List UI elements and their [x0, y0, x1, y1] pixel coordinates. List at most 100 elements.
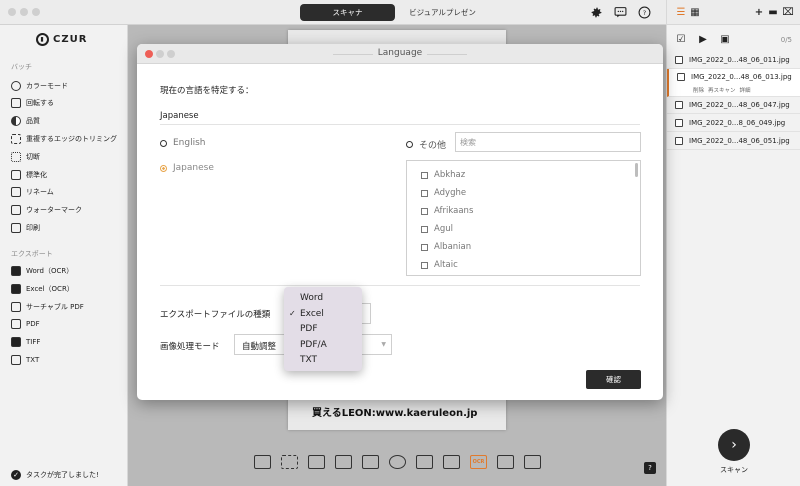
file-item[interactable]: IMG_2022_0...48_06_051.jpg	[667, 133, 800, 150]
qr-code-icon[interactable]	[497, 455, 514, 469]
status-message: ✓ タスクが完了しました!	[11, 470, 99, 480]
grid-icon[interactable]	[524, 455, 541, 469]
file-checkbox[interactable]	[675, 119, 683, 127]
skew-icon[interactable]	[335, 455, 352, 469]
trash-icon[interactable]: ⌧	[782, 6, 794, 18]
language-dialog: Language 現在の言語を特定する： Japanese English Ja…	[137, 44, 663, 400]
language-checkbox[interactable]	[421, 207, 428, 215]
file-item[interactable]: IMG_2022_0...48_06_011.jpg	[667, 52, 800, 69]
dropdown-option-pdf[interactable]: PDF	[284, 321, 362, 336]
printer-icon[interactable]	[443, 455, 460, 469]
file-checkbox[interactable]	[677, 73, 685, 81]
help-book-icon[interactable]: ?	[644, 462, 656, 474]
sidebar-item-tiff[interactable]: TIFF	[11, 336, 40, 348]
select-area-icon[interactable]	[281, 455, 298, 469]
export-section-title: エクスポート	[11, 250, 53, 258]
language-list-scrollbar[interactable]	[635, 163, 638, 177]
tab-visual-presenter[interactable]: ビジュアルプレゼン	[395, 4, 490, 21]
color-icon[interactable]	[389, 455, 406, 469]
chat-icon[interactable]	[613, 5, 627, 19]
file-item-selected[interactable]: IMG_2022_0...48_06_013.jpg 削除 再スキャン 詳細	[667, 69, 800, 97]
export-type-dropdown: Word ✓ Excel PDF PDF/A TXT	[284, 287, 362, 371]
watermark-icon	[11, 205, 21, 215]
sidebar-item-txt[interactable]: TXT	[11, 354, 39, 366]
language-checkbox[interactable]	[421, 225, 428, 233]
window-close-button[interactable]	[8, 8, 16, 16]
help-icon[interactable]: ?	[637, 5, 651, 19]
sidebar-item-quality[interactable]: 品質	[11, 115, 40, 127]
radio-english[interactable]: English	[160, 138, 206, 148]
list-view-icon[interactable]: ☰	[675, 6, 687, 18]
tab-scanner[interactable]: スキャナ	[300, 4, 395, 21]
current-language: Japanese	[160, 111, 199, 121]
language-checkbox[interactable]	[421, 243, 428, 251]
dropdown-option-excel[interactable]: ✓ Excel	[284, 306, 362, 321]
sidebar-item-standardize[interactable]: 標準化	[11, 169, 47, 181]
dialog-title-bar: Language	[137, 44, 663, 64]
language-checkbox[interactable]	[421, 171, 428, 179]
window-zoom-button[interactable]	[32, 8, 40, 16]
file-item[interactable]: IMG_2022_0...48_06_047.jpg	[667, 97, 800, 114]
file-checkbox[interactable]	[675, 56, 683, 64]
adjust-icon[interactable]	[362, 455, 379, 469]
details-link[interactable]: 詳細	[740, 86, 751, 94]
rescan-link[interactable]: 再スキャン	[708, 86, 736, 94]
print-icon	[11, 223, 21, 233]
searchable-pdf-icon	[11, 302, 21, 312]
file-item[interactable]: IMG_2022_0...8_06_049.jpg	[667, 115, 800, 132]
sidebar-item-searchable-pdf[interactable]: サーチャブル PDF	[11, 301, 84, 313]
confirm-button[interactable]: 確認	[586, 370, 641, 389]
video-filter-icon[interactable]: ▶	[697, 33, 709, 45]
dropdown-option-word[interactable]: Word	[284, 290, 362, 305]
folder-icon[interactable]: ▬	[767, 6, 779, 18]
sidebar-item-watermark[interactable]: ウォーターマーク	[11, 204, 82, 216]
sidebar-item-rename[interactable]: リネーム	[11, 186, 54, 198]
cut-icon	[11, 152, 21, 162]
select-all-icon[interactable]: ☑	[675, 33, 687, 45]
language-checkbox[interactable]	[421, 261, 428, 269]
sidebar-item-rotate[interactable]: 回転する	[11, 97, 54, 109]
sidebar-item-pdf[interactable]: PDF	[11, 318, 40, 330]
dropdown-option-txt[interactable]: TXT	[284, 352, 362, 367]
sidebar-item-word-ocr[interactable]: Word（OCR）	[11, 265, 73, 277]
radio-other[interactable]: その他	[406, 138, 446, 151]
scan-button[interactable]: ›	[718, 429, 750, 461]
language-checkbox[interactable]	[421, 189, 428, 197]
right-toolbar: ☰ ▦ + ▬ ⌧	[667, 0, 800, 25]
add-icon[interactable]: +	[753, 6, 765, 18]
image-filter-icon[interactable]: ▣	[719, 33, 731, 45]
mode-tabs: スキャナ ビジュアルプレゼン	[300, 4, 490, 21]
word-icon	[11, 266, 21, 276]
dialog-title: Language	[377, 48, 423, 58]
right-panel: ☰ ▦ + ▬ ⌧ ☑ ▶ ▣ 0/5 IMG_2022_0...48_06_0…	[666, 0, 800, 486]
language-option[interactable]: Albanian	[421, 242, 471, 252]
excel-icon	[11, 284, 21, 294]
language-option[interactable]: Afrikaans	[421, 206, 473, 216]
sidebar-item-edge-trim[interactable]: 重複するエッジのトリミング	[11, 133, 117, 145]
edge-trim-icon	[11, 134, 21, 144]
language-option[interactable]: Altaic	[421, 260, 458, 270]
grid-view-icon[interactable]: ▦	[689, 6, 701, 18]
language-search-input[interactable]: 検索	[455, 132, 641, 152]
language-list[interactable]: Abkhaz Adyghe Afrikaans Agul Albanian Al…	[406, 160, 641, 276]
language-option[interactable]: Agul	[421, 224, 453, 234]
undo-icon[interactable]	[416, 455, 433, 469]
ocr-icon[interactable]: OCR	[470, 455, 487, 469]
file-checkbox[interactable]	[675, 101, 683, 109]
sidebar-item-excel-ocr[interactable]: Excel（OCR）	[11, 283, 74, 295]
quality-icon	[11, 116, 21, 126]
radio-japanese[interactable]: Japanese	[160, 163, 214, 173]
sidebar-item-print[interactable]: 印刷	[11, 222, 40, 234]
sidebar-item-color-mode[interactable]: カラーモード	[11, 80, 68, 92]
sidebar-item-cut[interactable]: 切断	[11, 151, 40, 163]
fit-screen-icon[interactable]	[254, 455, 271, 469]
language-option[interactable]: Adyghe	[421, 188, 466, 198]
language-option[interactable]: Abkhaz	[421, 170, 465, 180]
file-checkbox[interactable]	[675, 137, 683, 145]
crop-icon[interactable]	[308, 455, 325, 469]
delete-link[interactable]: 削除	[693, 86, 704, 94]
window-minimize-button[interactable]	[20, 8, 28, 16]
gear-icon[interactable]	[589, 5, 603, 19]
check-circle-icon: ✓	[11, 470, 21, 480]
dropdown-option-pdfa[interactable]: PDF/A	[284, 337, 362, 352]
